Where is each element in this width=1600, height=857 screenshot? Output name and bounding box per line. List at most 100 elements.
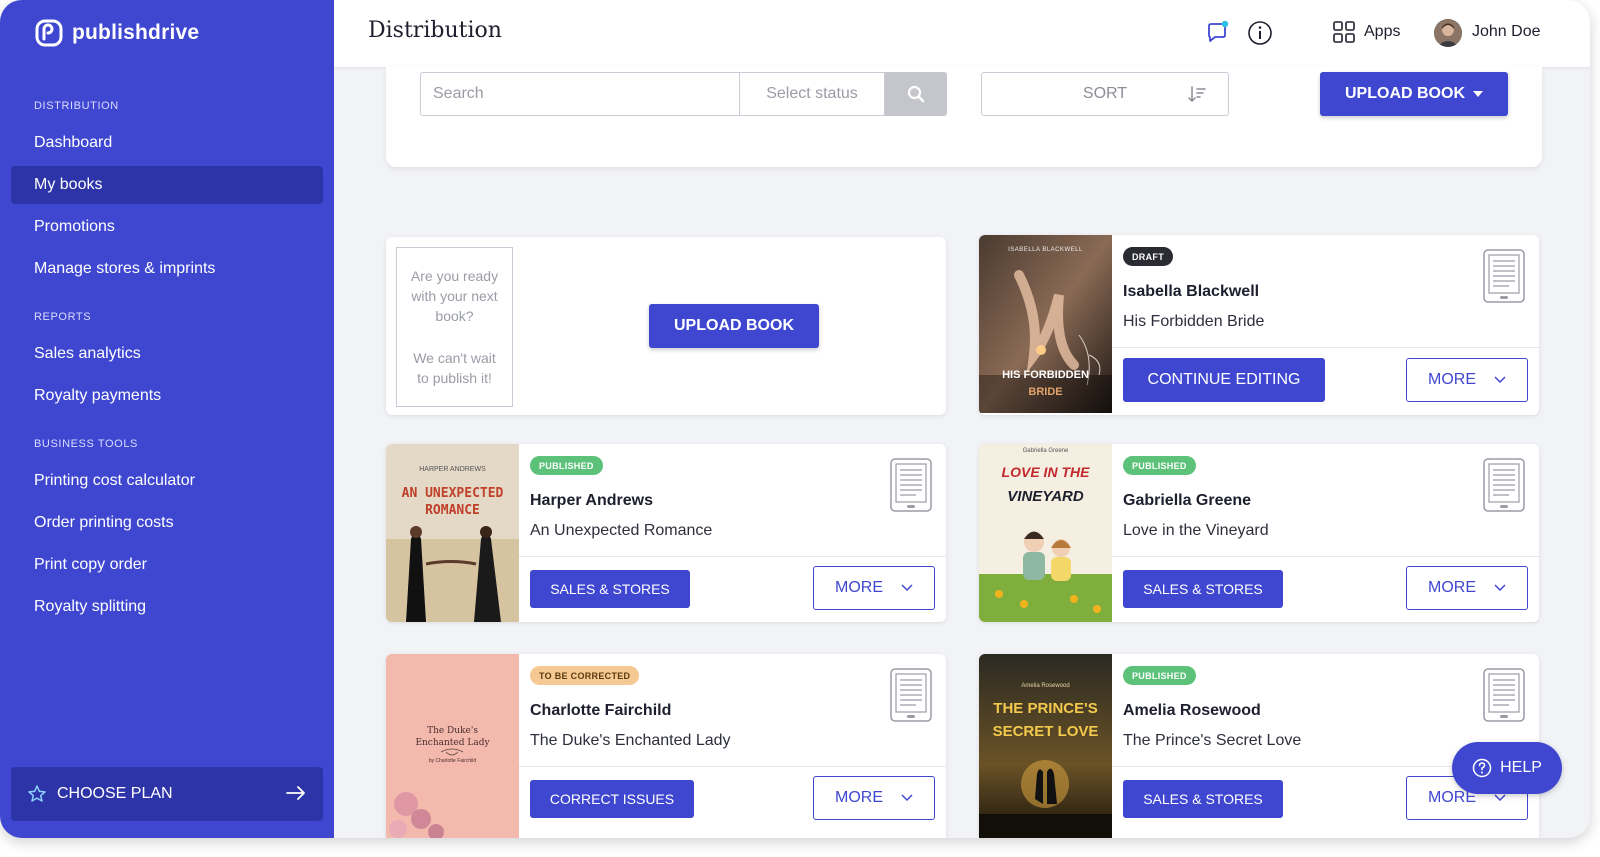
book-author: Gabriella Greene (1123, 492, 1252, 509)
ebook-reader-icon (1483, 458, 1525, 512)
upload-book-label: UPLOAD BOOK (1345, 85, 1465, 102)
correct-issues-button[interactable]: CORRECT ISSUES (530, 780, 694, 818)
book-author: Amelia Rosewood (1123, 702, 1261, 719)
book-title: His Forbidden Bride (1123, 313, 1265, 330)
book-author: Isabella Blackwell (1123, 283, 1260, 300)
search-button[interactable] (885, 72, 947, 116)
book-title: The Duke's Enchanted Lady (530, 732, 731, 749)
brand-logo[interactable]: publishdrive (34, 18, 199, 48)
book-card-love-in-the-vineyard: Gabriella Greene LOVE IN THE VINEYARD PU… (979, 444, 1539, 622)
section-label-distribution: DISTRIBUTION (34, 100, 119, 112)
apps-grid-icon[interactable] (1332, 20, 1356, 44)
book-cover[interactable]: Amelia Rosewood THE PRINCE'S SECRET LOVE (979, 654, 1112, 838)
card-divider (519, 556, 946, 557)
star-icon (28, 785, 46, 802)
status-badge: PUBLISHED (1123, 456, 1196, 475)
upload-promo-card: Are you ready with your next book? We ca… (386, 237, 946, 415)
promo-note-line2: We can't wait to publish it! (413, 350, 496, 386)
cover-author: by Charlotte Fairchild (428, 758, 477, 764)
cover-title-line1: AN UNEXPECTED (401, 486, 504, 501)
sidebar-item-dashboard[interactable]: Dashboard (11, 124, 323, 162)
cover-author: ISABELLA BLACKWELL (1008, 247, 1083, 253)
user-avatar-icon (1434, 19, 1462, 47)
cover-title-line2: VINEYARD (1007, 488, 1084, 505)
cover-title-line2: BRIDE (1028, 386, 1063, 398)
chevron-down-icon (901, 584, 913, 592)
book-cover[interactable]: Gabriella Greene LOVE IN THE VINEYARD (979, 444, 1112, 622)
sidebar-item-royalty-payments[interactable]: Royalty payments (11, 377, 323, 415)
arrow-right-icon (286, 786, 305, 800)
status-badge: PUBLISHED (530, 456, 603, 475)
card-divider (1112, 556, 1539, 557)
book-card-an-unexpected-romance: HARPER ANDREWS AN UNEXPECTED ROMANCE PUB… (386, 444, 946, 622)
sidebar-item-print-copy-order[interactable]: Print copy order (11, 546, 323, 584)
sidebar: publishdrive DISTRIBUTION Dashboard My b… (0, 0, 334, 838)
filter-bar: Select status SORT UPLOAD BOOK (386, 67, 1542, 167)
brand-name: publishdrive (72, 21, 200, 44)
more-button[interactable]: MORE (1406, 358, 1528, 402)
upload-book-button[interactable]: UPLOAD BOOK (649, 304, 819, 348)
continue-editing-button[interactable]: CONTINUE EDITING (1123, 358, 1325, 402)
sidebar-item-order-printing-costs[interactable]: Order printing costs (11, 504, 323, 542)
sidebar-item-printing-cost-calculator[interactable]: Printing cost calculator (11, 462, 323, 500)
upload-book-dropdown-button[interactable]: UPLOAD BOOK (1320, 72, 1508, 116)
chat-notification-icon[interactable] (1204, 20, 1230, 46)
promo-note: Are you ready with your next book? We ca… (396, 247, 513, 407)
chevron-down-icon (1494, 584, 1506, 592)
more-button[interactable]: MORE (813, 776, 935, 820)
more-label: MORE (835, 789, 883, 806)
status-select[interactable]: Select status (740, 72, 885, 116)
sidebar-item-royalty-splitting[interactable]: Royalty splitting (11, 588, 323, 626)
more-button[interactable]: MORE (813, 566, 935, 610)
book-card-the-dukes-enchanted-lady: The Duke's Enchanted Lady by Charlotte F… (386, 654, 946, 838)
book-author: Charlotte Fairchild (530, 702, 672, 719)
cover-title-line1: The Duke's (427, 726, 478, 736)
chevron-down-icon (1494, 376, 1506, 384)
help-button[interactable]: HELP (1452, 742, 1562, 794)
sales-stores-button[interactable]: SALES & STORES (1123, 780, 1283, 818)
info-icon[interactable] (1247, 20, 1273, 46)
search-icon (907, 85, 925, 103)
status-badge: TO BE CORRECTED (530, 666, 640, 685)
ebook-reader-icon (890, 668, 932, 722)
book-cover[interactable]: HARPER ANDREWS AN UNEXPECTED ROMANCE (386, 444, 519, 622)
book-card-his-forbidden-bride: ISABELLA BLACKWELL HIS FORBIDDEN BRIDE D… (979, 235, 1539, 415)
sidebar-item-promotions[interactable]: Promotions (11, 208, 323, 246)
status-badge: DRAFT (1123, 247, 1173, 266)
ebook-reader-icon (1483, 249, 1525, 303)
page-title: Distribution (368, 18, 502, 43)
more-label: MORE (835, 579, 883, 596)
apps-link[interactable]: Apps (1364, 23, 1400, 41)
sidebar-item-my-books[interactable]: My books (11, 166, 323, 204)
user-name[interactable]: John Doe (1472, 23, 1541, 41)
help-label: HELP (1500, 759, 1542, 776)
choose-plan-button[interactable]: CHOOSE PLAN (11, 767, 323, 821)
caret-down-icon (1473, 91, 1483, 97)
book-cover[interactable]: The Duke's Enchanted Lady by Charlotte F… (386, 654, 519, 838)
publishdrive-logo-icon (35, 19, 63, 47)
sales-stores-button[interactable]: SALES & STORES (1123, 570, 1283, 608)
sort-dropdown[interactable]: SORT (981, 72, 1229, 116)
more-button[interactable]: MORE (1406, 566, 1528, 610)
choose-plan-label: CHOOSE PLAN (57, 785, 173, 802)
search-input[interactable] (420, 72, 740, 116)
book-author: Harper Andrews (530, 492, 653, 509)
sort-icon (1188, 86, 1206, 103)
chevron-down-icon (1494, 794, 1506, 802)
sort-label: SORT (1082, 85, 1128, 102)
book-cover[interactable]: ISABELLA BLACKWELL HIS FORBIDDEN BRIDE (979, 235, 1112, 413)
cover-title-line1: LOVE IN THE (1001, 464, 1090, 480)
cover-title-line1: HIS FORBIDDEN (1002, 369, 1089, 381)
ebook-reader-icon (890, 458, 932, 512)
section-label-reports: REPORTS (34, 311, 92, 323)
sidebar-item-manage-stores[interactable]: Manage stores & imprints (11, 250, 323, 288)
cover-author: HARPER ANDREWS (419, 466, 486, 473)
card-divider (519, 766, 946, 767)
sidebar-item-sales-analytics[interactable]: Sales analytics (11, 335, 323, 373)
cover-author: Gabriella Greene (1022, 448, 1069, 454)
sales-stores-button[interactable]: SALES & STORES (530, 570, 690, 608)
app-window: publishdrive DISTRIBUTION Dashboard My b… (0, 0, 1590, 838)
avatar[interactable] (1434, 19, 1462, 47)
top-header: Distribution Apps John Doe (334, 0, 1590, 67)
cover-title-line2: SECRET LOVE (992, 723, 1099, 740)
